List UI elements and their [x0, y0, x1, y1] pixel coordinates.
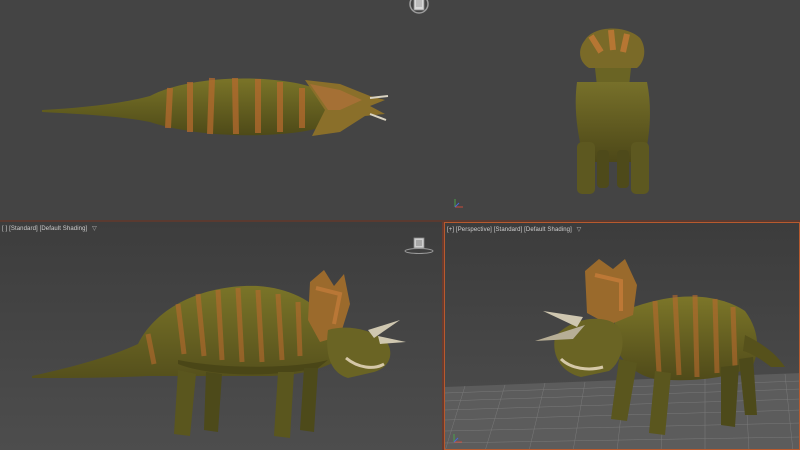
funnel-icon[interactable]: ▽ [577, 226, 582, 233]
dinosaur-top-view[interactable] [40, 70, 390, 145]
viewport-perspective[interactable]: [+] [Perspective] [Standard] [Default Sh… [444, 222, 800, 450]
viewport-menu-standard[interactable]: [Standard] [494, 227, 523, 233]
viewcube-icon[interactable] [404, 0, 434, 18]
viewport-menu-general[interactable]: [+] [447, 227, 454, 233]
viewport-menu-shading[interactable]: [Default Shading] [40, 226, 88, 232]
axis-tripod-icon [451, 431, 465, 445]
viewcube-icon[interactable] [403, 236, 435, 256]
dinosaur-side-view[interactable] [28, 264, 418, 450]
viewport-left-label[interactable]: [ ] [Standard] [Default Shading] ▽ [2, 225, 97, 232]
viewport-menu-point-of-view[interactable]: [Perspective] [456, 227, 492, 233]
viewport-menu-general[interactable]: [ ] [2, 226, 7, 232]
viewport-menu-point-of-view[interactable]: [Standard] [9, 226, 38, 232]
viewport-perspective-label[interactable]: [+] [Perspective] [Standard] [Default Sh… [447, 226, 581, 233]
max-viewport-layout: [ ] [Standard] [Default Shading] ▽ [+] [… [0, 0, 800, 450]
axis-tripod-icon [452, 196, 466, 210]
viewport-menu-shading[interactable]: [Default Shading] [524, 227, 572, 233]
funnel-icon[interactable]: ▽ [92, 225, 97, 232]
viewport-top-front[interactable] [0, 0, 800, 220]
dinosaur-perspective-view[interactable] [525, 255, 795, 445]
dinosaur-front-view[interactable] [565, 22, 660, 197]
viewport-left[interactable]: [ ] [Standard] [Default Shading] ▽ [0, 222, 442, 450]
